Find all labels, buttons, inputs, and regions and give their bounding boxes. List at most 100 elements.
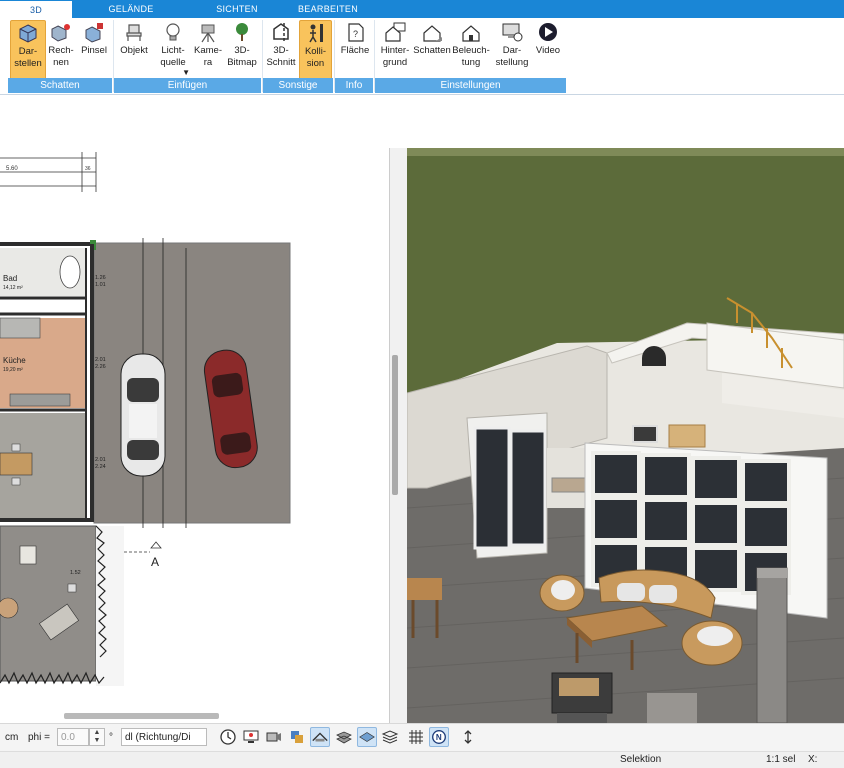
group-label-schatten: Schatten (8, 78, 112, 93)
3d-render-canvas[interactable] (407, 148, 844, 723)
direction-select[interactable]: dl (Richtung/Di (121, 728, 207, 746)
svg-text:?: ? (353, 29, 358, 39)
objekt-label: Objekt (120, 45, 148, 56)
tab-bearbeiten[interactable]: BEARBEITEN (290, 0, 366, 18)
ribbon: Dar- stellen Rech- nen Pinsel Objekt Lic… (0, 18, 844, 95)
floor-plan-view[interactable]: 5.60 36 Bad 14,12 m² Küche 19,20 m² 1.52 (0, 148, 389, 723)
kamera-button[interactable]: Kame- ra (193, 20, 223, 80)
room-kueche-label: Küche (3, 356, 26, 365)
car-white[interactable] (120, 353, 166, 477)
grid-icon[interactable] (406, 727, 426, 747)
render-cube-icon (19, 24, 37, 43)
video-label: Video (535, 45, 561, 56)
height-marker-icon[interactable] (458, 727, 478, 747)
ribbon-tab-bar: 3D GELÄNDE SICHTEN BEARBEITEN (0, 0, 844, 19)
phi-spinner[interactable]: ▲ ▼ (89, 728, 105, 746)
tab-gelaende[interactable]: GELÄNDE (100, 0, 162, 18)
house-background-icon (385, 22, 406, 42)
floor-plane-icon[interactable] (357, 727, 377, 747)
lightbulb-icon (166, 23, 180, 41)
direction-select-value: dl (Richtung/Di (125, 732, 191, 743)
lichtquelle-button[interactable]: Licht- quelle ▼ (155, 20, 191, 80)
darstellung-button[interactable]: Dar- stellung (493, 20, 531, 80)
dim-f-label: 2.24 (95, 464, 106, 470)
bottom-toolbar: cm phi = 0.0 ▲ ▼ ° dl (Richtung/Di N (0, 723, 844, 752)
schnitt3d-label: 3D- Schnitt (266, 45, 296, 68)
hintergrund-label: Hinter- grund (380, 45, 410, 68)
video-button[interactable]: Video (533, 20, 563, 80)
clock-icon[interactable] (218, 727, 238, 747)
lounge-chair-left (539, 574, 585, 612)
north-compass-icon[interactable]: N (429, 727, 449, 747)
hatch-icon[interactable] (334, 727, 354, 747)
degree-label: ° (109, 732, 113, 743)
kollision-button[interactable]: Kolli- sion (299, 20, 332, 82)
layers-color-icon[interactable] (287, 727, 307, 747)
grill (551, 672, 613, 723)
dim-top-label: 5.60 (6, 166, 18, 172)
paint-cube-icon (85, 23, 103, 43)
group-label-info: Info (335, 78, 373, 93)
horizontal-scrollbar[interactable] (64, 713, 219, 719)
camera-icon[interactable] (264, 727, 284, 747)
pinsel-label: Pinsel (81, 45, 107, 56)
status-x-coordinate: X: (808, 754, 818, 765)
phi-input[interactable]: 0.0 (57, 728, 89, 746)
vertical-scrollbar[interactable] (392, 355, 398, 495)
section-label: A (151, 555, 159, 569)
dining-table (0, 452, 33, 476)
schnitt3d-button[interactable]: 3D- Schnitt (265, 20, 297, 80)
stack-icon[interactable] (380, 727, 400, 747)
room-bad-area: 14,12 m² (3, 285, 23, 291)
status-bar: Selektion 1:1 sel X: (0, 751, 844, 768)
area-info-icon: ? (348, 23, 364, 42)
floor-plan-canvas[interactable]: 5.60 36 Bad 14,12 m² Küche 19,20 m² 1.52 (0, 148, 389, 723)
collision-person-icon (308, 24, 323, 43)
dim-e-label: 2.01 (95, 457, 106, 463)
rechnen-button[interactable]: Rech- nen (46, 20, 76, 80)
room-bad-label: Bad (3, 274, 17, 283)
schatten-label: Schatten (413, 45, 451, 56)
group-label-sonstige: Sonstige (263, 78, 333, 93)
darstellen-button[interactable]: Dar- stellen (10, 20, 46, 82)
bathtub (59, 255, 81, 289)
rechnen-label: Rech- nen (48, 45, 74, 68)
dim-d-label: 2.26 (95, 364, 106, 370)
kollision-label: Kolli- sion (304, 46, 327, 69)
bitmap3d-button[interactable]: 3D- Bitmap (225, 20, 259, 80)
phi-label: phi = (28, 732, 50, 743)
house-light-icon (462, 25, 480, 42)
tab-sichten[interactable]: SICHTEN (203, 0, 271, 18)
roof-view-icon[interactable] (310, 727, 330, 747)
dim-a-label: 1.26 (95, 275, 106, 281)
darstellung-label: Dar- stellung (495, 45, 529, 68)
pinsel-button[interactable]: Pinsel (79, 20, 109, 80)
beleuchtung-button[interactable]: Beleuch- tung (452, 20, 490, 80)
flaeche-label: Fläche (340, 45, 370, 56)
glass-door-left (473, 426, 511, 550)
lichtquelle-label: Licht- quelle (160, 45, 186, 68)
unit-label: cm (5, 732, 19, 743)
status-scale: 1:1 sel (766, 754, 796, 765)
3d-view[interactable] (407, 148, 844, 723)
section-marker-icon[interactable] (150, 541, 162, 549)
calculate-cube-icon (51, 24, 70, 42)
dim-g-label: 1.52 (70, 570, 81, 576)
status-mode: Selektion (620, 754, 662, 765)
tab-3d[interactable]: 3D (0, 0, 72, 19)
dim-c-label: 2.01 (95, 357, 106, 363)
tree-icon (236, 23, 248, 41)
options-bar-empty (0, 95, 844, 148)
hintergrund-button[interactable]: Hinter- grund (378, 20, 412, 80)
flaeche-button[interactable]: ? Fläche (338, 20, 372, 80)
dim-top-small-label: 36 (85, 166, 91, 172)
dim-b-label: 1.01 (95, 282, 106, 288)
bitmap3d-label: 3D- Bitmap (227, 45, 257, 68)
objekt-button[interactable]: Objekt (117, 20, 151, 80)
screen-icon[interactable] (241, 727, 261, 747)
schatten-button[interactable]: Schatten (413, 20, 451, 80)
darstellen-label: Dar- stellen (14, 46, 42, 69)
group-label-einstellungen: Einstellungen (375, 78, 566, 93)
section-cut-icon (273, 23, 289, 41)
lounge-chair-right (681, 620, 743, 666)
